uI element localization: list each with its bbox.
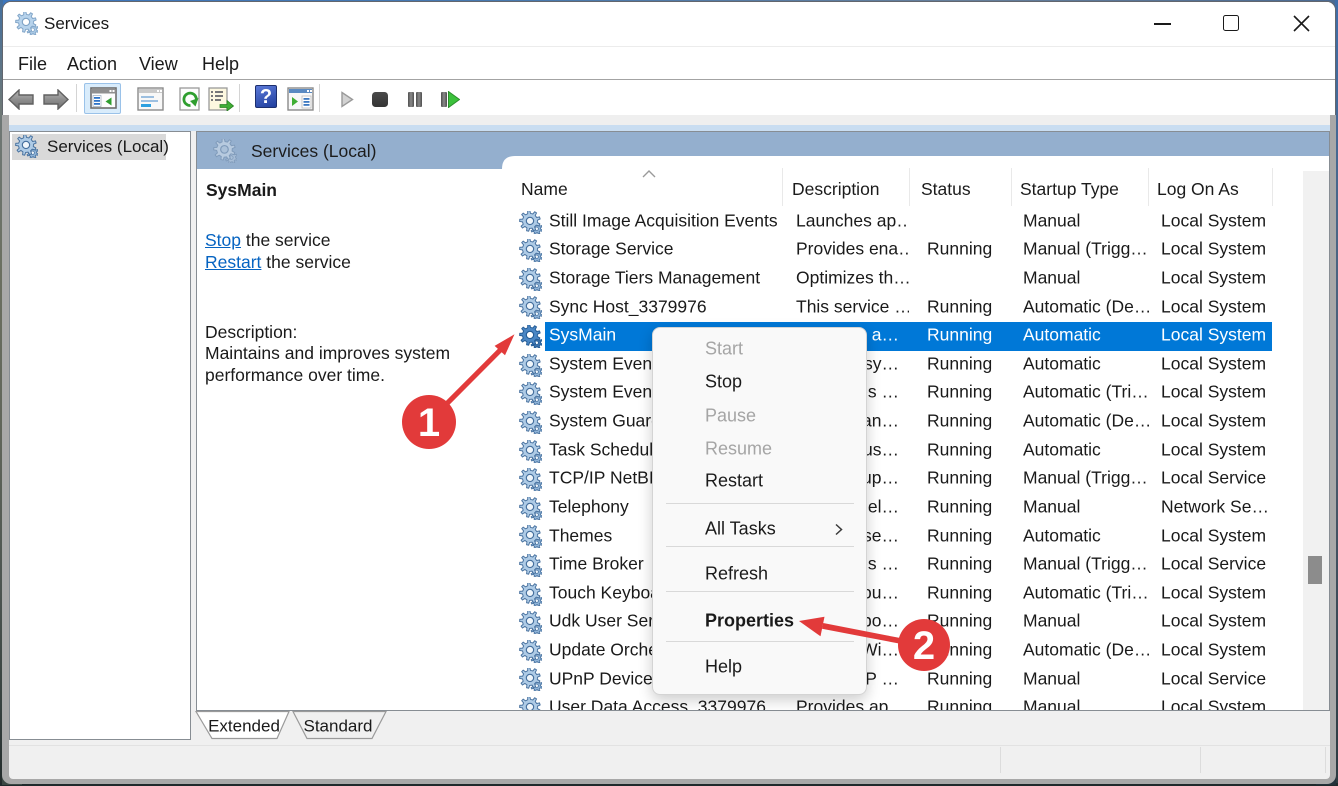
svg-text:1: 1 <box>418 401 440 445</box>
svg-text:2: 2 <box>913 624 935 668</box>
